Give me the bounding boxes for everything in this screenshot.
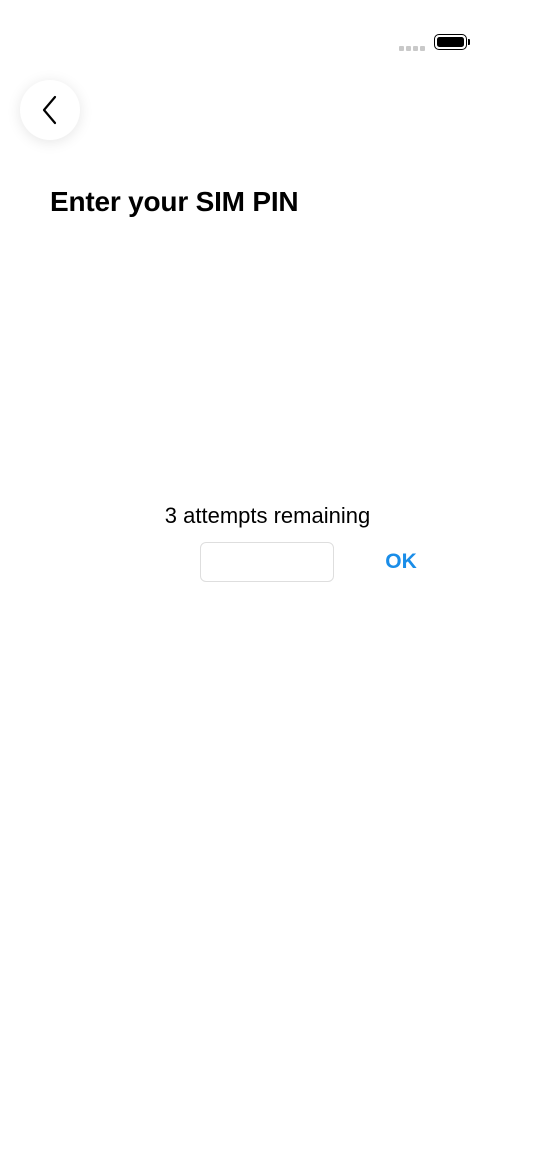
page-title: Enter your SIM PIN <box>50 186 299 217</box>
sim-pin-input[interactable] <box>200 542 334 582</box>
back-button[interactable] <box>20 80 80 140</box>
ok-button[interactable]: OK <box>376 545 426 579</box>
attempts-remaining-text: 3 attempts remaining <box>164 503 371 528</box>
battery-full-icon <box>434 34 470 50</box>
status-bar <box>0 0 535 80</box>
signal-dots-icon <box>399 46 425 51</box>
chevron-left-icon <box>42 95 57 125</box>
